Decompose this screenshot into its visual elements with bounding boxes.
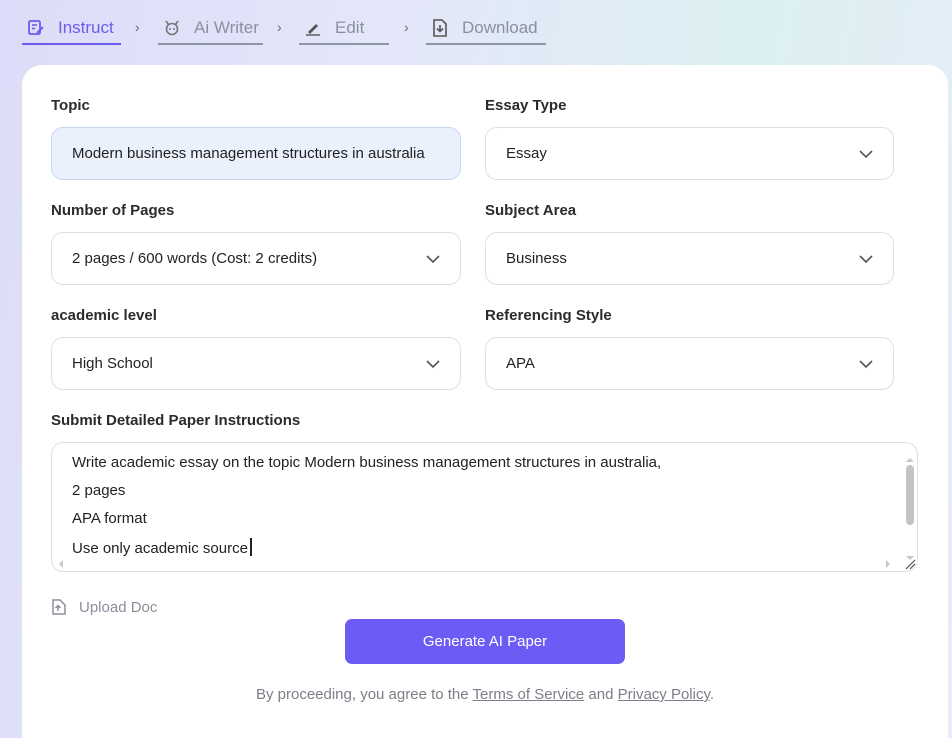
chevron-down-icon — [859, 360, 873, 369]
instructions-textarea[interactable]: Write academic essay on the topic Modern… — [51, 442, 918, 572]
stepper: Instruct › Ai Writer › Edit › Download — [0, 0, 952, 64]
academic-level-label: academic level — [51, 307, 157, 324]
terms-suffix: . — [709, 686, 715, 703]
step-download[interactable]: Download — [426, 12, 546, 45]
pages-value: 2 pages / 600 words (Cost: 2 credits) — [72, 250, 318, 267]
pages-select[interactable]: 2 pages / 600 words (Cost: 2 credits) — [51, 232, 461, 285]
essay-type-label: Essay Type — [485, 97, 567, 114]
upload-icon — [52, 599, 66, 615]
step-separator: › — [135, 19, 140, 35]
essay-type-value: Essay — [506, 145, 547, 162]
text-caret — [249, 538, 252, 556]
terms-and: and — [588, 686, 614, 703]
topic-label: Topic — [51, 97, 90, 114]
academic-level-select[interactable]: High School — [51, 337, 461, 390]
step-ai-writer[interactable]: Ai Writer — [158, 12, 263, 45]
step-edit-label: Edit — [335, 17, 365, 37]
topic-value: Modern business management structures in… — [72, 145, 425, 162]
topic-input[interactable]: Modern business management structures in… — [51, 127, 461, 180]
chevron-down-icon — [859, 150, 873, 159]
subject-label: Subject Area — [485, 202, 577, 219]
upload-doc-button[interactable]: Upload Doc — [51, 598, 157, 616]
instructions-line: 2 pages — [72, 482, 126, 499]
referencing-label: Referencing Style — [485, 307, 612, 324]
chevron-down-icon — [426, 255, 440, 264]
instructions-line: Write academic essay on the topic Modern… — [72, 454, 662, 471]
pencil-icon — [303, 18, 323, 38]
terms-notice: By proceeding, you agree to the Terms of… — [22, 686, 948, 703]
step-instruct-label: Instruct — [58, 17, 114, 37]
essay-type-select[interactable]: Essay — [485, 127, 894, 180]
referencing-value: APA — [506, 355, 535, 372]
chevron-down-icon — [426, 360, 440, 369]
scrollbar-thumb[interactable] — [906, 465, 914, 525]
step-separator: › — [277, 19, 282, 35]
step-edit[interactable]: Edit — [299, 12, 389, 45]
instructions-line: APA format — [72, 510, 147, 527]
step-download-label: Download — [462, 17, 538, 37]
referencing-select[interactable]: APA — [485, 337, 894, 390]
chevron-down-icon — [859, 255, 873, 264]
terms-prefix: By proceeding, you agree to the — [255, 686, 469, 703]
horizontal-scrollbar[interactable] — [52, 559, 907, 569]
academic-level-value: High School — [72, 355, 153, 372]
edit-note-icon — [26, 18, 46, 38]
scroll-right-arrow-icon[interactable] — [885, 559, 891, 569]
terms-of-service-link[interactable]: Terms of Service — [473, 686, 585, 703]
scroll-up-arrow-icon[interactable] — [905, 457, 915, 463]
subject-select[interactable]: Business — [485, 232, 894, 285]
step-separator: › — [404, 19, 409, 35]
pages-label: Number of Pages — [51, 202, 175, 219]
scroll-left-arrow-icon[interactable] — [58, 559, 64, 569]
vertical-scrollbar[interactable] — [905, 457, 915, 561]
download-file-icon — [430, 18, 450, 38]
instructions-line-text: Use only academic source — [72, 540, 248, 557]
instructions-line: Use only academic source — [72, 538, 252, 557]
resize-handle-icon[interactable] — [904, 558, 916, 570]
upload-doc-label: Upload Doc — [79, 598, 158, 616]
generate-ai-paper-button[interactable]: Generate AI Paper — [345, 619, 625, 664]
paper-form-card: Topic Modern business management structu… — [22, 65, 948, 738]
robot-icon — [162, 18, 182, 38]
step-ai-writer-label: Ai Writer — [194, 17, 259, 37]
step-instruct[interactable]: Instruct — [22, 12, 121, 45]
instructions-label: Submit Detailed Paper Instructions — [51, 412, 301, 429]
privacy-policy-link[interactable]: Privacy Policy — [618, 686, 710, 703]
subject-value: Business — [506, 250, 567, 267]
